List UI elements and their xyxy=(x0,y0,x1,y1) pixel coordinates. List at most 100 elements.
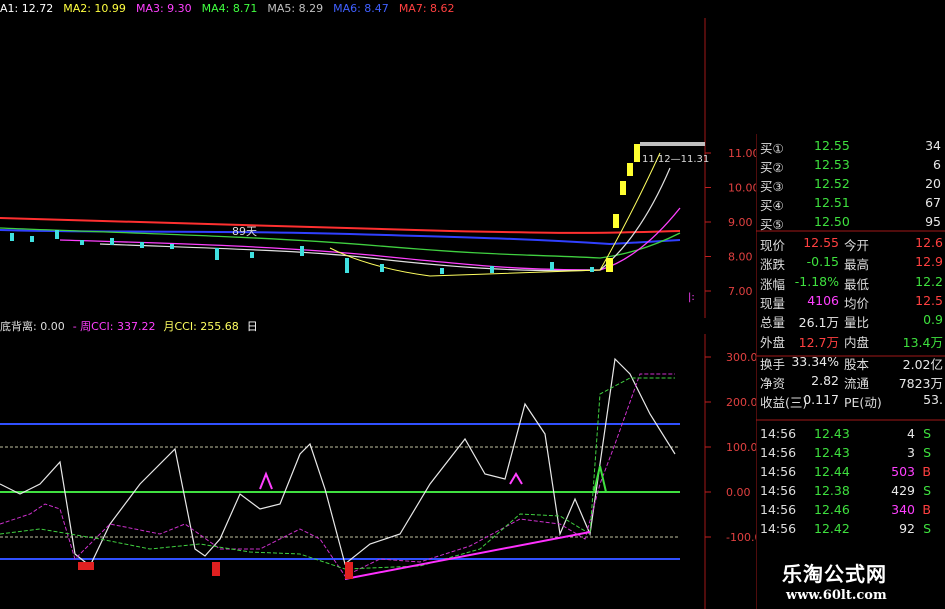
days-annotation: 89天 xyxy=(232,225,257,238)
tick-price: 12.38 xyxy=(814,483,850,498)
bid-price: 12.51 xyxy=(814,195,850,210)
axis-tick-label: 0.00 xyxy=(726,486,751,499)
axis-tick-label: 10.00 xyxy=(728,182,756,195)
bid-price: 12.52 xyxy=(814,176,850,191)
stat-label: 外盘 xyxy=(760,334,786,350)
stat-label: 收益(三) xyxy=(760,395,808,411)
chart-mask xyxy=(0,283,260,318)
bid-row[interactable]: 买④ 12.51 67 xyxy=(756,195,945,213)
tick-volume: 503 xyxy=(891,464,915,479)
tick-side: S xyxy=(923,521,931,536)
stat-label: 现量 xyxy=(760,295,786,311)
bid-row[interactable]: 买③ 12.52 20 xyxy=(756,176,945,194)
bid-label: 买④ xyxy=(760,198,784,213)
stat-value: 12.2 xyxy=(915,273,943,289)
ma-legend-item: MA6: 8.47 xyxy=(333,2,389,15)
stat-value: -1.18% xyxy=(794,273,839,289)
tick-time: 14:56 xyxy=(760,502,797,517)
stat-value: 12.7万 xyxy=(798,334,839,350)
bid-row[interactable]: 买⑤ 12.50 95 xyxy=(756,214,945,232)
monthly-cci-line xyxy=(0,377,675,570)
cci-legend-item: 日 xyxy=(246,320,258,333)
stat-value: 2.02亿 xyxy=(902,356,943,372)
stat-label: 净资 xyxy=(760,376,786,392)
stat-row: 外盘 12.7万 内盘 13.4万 xyxy=(756,332,945,350)
stat-value: 12.6 xyxy=(915,235,943,250)
bid-row[interactable]: 买① 12.55 34 xyxy=(756,138,945,156)
tick-time: 14:56 xyxy=(760,426,797,441)
stat-row: 现量 4106 均价 12.5 xyxy=(756,293,945,311)
watermark: 乐淘公式网 www.60lt.com xyxy=(760,555,945,609)
stat-value: 2.82 xyxy=(811,373,839,389)
bid-price: 12.55 xyxy=(814,138,850,153)
tick-price: 12.42 xyxy=(814,521,850,536)
tick-volume: 3 xyxy=(907,445,915,460)
bid-label: 买① xyxy=(760,141,784,156)
stat-value: 12.55 xyxy=(803,235,839,250)
tick-row[interactable]: 14:56 12.44 503 B xyxy=(756,464,945,482)
price-chart[interactable]: 89天 11.12—11.31 11.00 10.00 9.00 8.00 7.00 |… xyxy=(0,18,756,318)
divergence-line xyxy=(344,531,591,580)
tick-volume: 429 xyxy=(891,483,915,498)
tick-row[interactable]: 14:56 12.38 429 S xyxy=(756,483,945,501)
stat-value: 53. xyxy=(923,392,943,408)
peak-marker xyxy=(259,471,273,490)
tick-side: B xyxy=(922,464,931,479)
cci-legend-item: 底背离: 0.00 xyxy=(0,320,65,333)
tick-row[interactable]: 14:56 12.46 340 B xyxy=(756,502,945,520)
ma-legend-item: MA4: 8.71 xyxy=(201,2,258,15)
bid-label: 买⑤ xyxy=(760,217,784,232)
stat-value: 12.9 xyxy=(915,254,943,270)
axis-tick-label: 11.00 xyxy=(728,147,756,160)
cci-chart[interactable]: 300.0 200.0 100.0 0.00 -100.0 xyxy=(0,334,756,609)
stat-label: 股本 xyxy=(844,356,870,372)
bid-volume: 34 xyxy=(925,138,941,153)
bid-row[interactable]: 买② 12.53 6 xyxy=(756,157,945,175)
stat-value: 33.34% xyxy=(791,353,839,369)
bid-volume: 6 xyxy=(933,157,941,172)
tick-volume: 340 xyxy=(891,502,915,517)
high-annotation: 11.12—11.31 xyxy=(642,154,709,165)
ma3-line xyxy=(59,207,681,271)
stat-label: 最低 xyxy=(844,276,870,292)
tick-row[interactable]: 14:56 12.43 3 S xyxy=(756,445,945,463)
stat-value: 13.4万 xyxy=(902,334,943,350)
stat-row: 净资 2.82 流通 7823万 xyxy=(756,373,945,391)
bid-price: 12.50 xyxy=(814,214,850,229)
tick-volume: 4 xyxy=(907,426,915,441)
tick-price: 12.43 xyxy=(814,445,850,460)
axis-tick-label: 9.00 xyxy=(728,216,753,229)
bid-label: 买③ xyxy=(760,179,784,194)
tick-time: 14:56 xyxy=(760,521,797,536)
tick-side: S xyxy=(923,426,931,441)
axis-tick-label: 100.0 xyxy=(726,441,756,454)
tick-time: 14:56 xyxy=(760,445,797,460)
bid-label: 买② xyxy=(760,160,784,175)
tick-side: B xyxy=(922,502,931,517)
signal-marker xyxy=(78,562,94,570)
tick-side: S xyxy=(923,483,931,498)
axis-tick-label: 8.00 xyxy=(728,251,753,264)
stat-label: 今开 xyxy=(844,238,870,253)
stat-label: PE(动) xyxy=(844,395,882,411)
stat-value: 0.117 xyxy=(803,392,839,408)
stat-label: 现价 xyxy=(760,238,786,253)
stat-label: 流通 xyxy=(844,376,870,392)
watermark-url: www.60lt.com xyxy=(786,588,887,603)
ma-legend-item: MA7: 8.62 xyxy=(398,2,455,15)
tick-side: S xyxy=(923,445,931,460)
stat-label: 涨跌 xyxy=(760,257,786,273)
quote-panel: 买① 12.55 34 买② 12.53 6 买③ 12.52 20 买④ 12.51 67 买⑤ 12.… xyxy=(756,134,945,609)
stat-label: 总量 xyxy=(760,315,786,331)
tick-price: 12.46 xyxy=(814,502,850,517)
signal-marker xyxy=(212,562,220,576)
stat-row: 涨幅 -1.18% 最低 12.2 xyxy=(756,274,945,292)
stat-value: 0.9 xyxy=(923,312,943,328)
bid-price: 12.53 xyxy=(814,157,850,172)
stat-value: 12.5 xyxy=(915,292,943,308)
tick-row[interactable]: 14:56 12.42 92 S xyxy=(756,521,945,539)
stat-label: 涨幅 xyxy=(760,276,786,292)
tick-row[interactable]: 14:56 12.43 4 S xyxy=(756,426,945,444)
stat-label: 最高 xyxy=(844,257,870,273)
ma-legend-bar: A1: 12.72 MA2: 10.99 MA3: 9.30 MA4: 8.71 MA5… xyxy=(0,2,465,18)
